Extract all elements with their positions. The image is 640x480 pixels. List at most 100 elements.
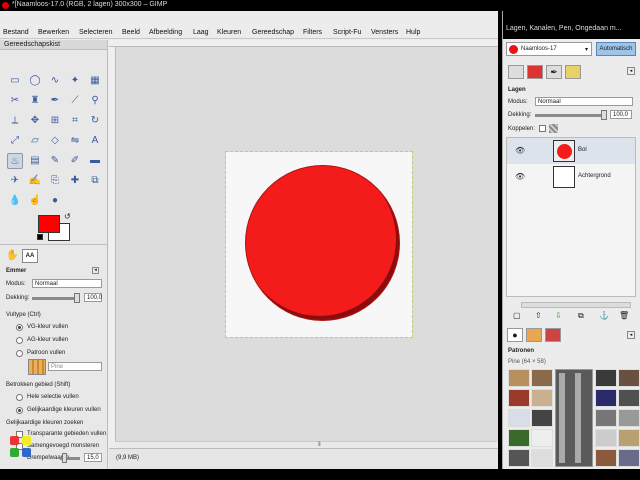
threshold-input[interactable]: 15,0 [84,453,102,462]
scissors-tool-icon[interactable]: ✂ [7,93,23,109]
dodge-burn-tool-icon[interactable]: ● [47,193,63,209]
raise-layer-icon[interactable]: ⇧ [535,311,542,320]
pattern-swatch[interactable] [595,449,617,467]
layer-opacity-slider[interactable] [535,114,607,117]
new-layer-icon[interactable]: ▢ [513,311,521,320]
opacity-input[interactable]: 100,0 [84,293,102,302]
dock-menu-icon[interactable]: ◂ [627,67,635,75]
mode-select[interactable]: Normaal [32,279,102,288]
pattern-swatch[interactable] [508,409,530,427]
patterns-menu-icon[interactable]: ◂ [627,331,635,339]
foreground-select-tool-icon[interactable]: ♜ [27,93,43,109]
heal-tool-icon[interactable]: ✚ [67,173,83,189]
visibility-eye-icon[interactable]: 👁 [515,172,525,181]
auto-button[interactable]: Automatisch [596,42,636,56]
tab-channels-icon[interactable] [527,65,543,79]
fill-fg-radio[interactable] [16,324,23,331]
menu-bewerken[interactable]: Bewerken [38,29,69,36]
levels-slider-right[interactable] [575,373,581,463]
pattern-swatch[interactable] [618,449,640,467]
lower-layer-icon[interactable]: ⇩ [555,311,562,320]
align-tool-icon[interactable]: ⊞ [47,113,63,129]
menu-beeld[interactable]: Beeld [122,29,140,36]
swap-colors-icon[interactable]: ↺ [64,212,71,221]
ellipse-select-tool-icon[interactable]: ◯ [27,73,43,89]
menu-laag[interactable]: Laag [193,29,209,36]
perspective-tool-icon[interactable]: ◇ [47,133,63,149]
rotate-tool-icon[interactable]: ↻ [87,113,103,129]
tab-patterns-icon[interactable] [526,328,542,342]
tab-brushes-icon[interactable]: ● [507,328,523,342]
measure-tool-icon[interactable]: ⟂ [7,113,23,129]
tool-options-tab-icon[interactable]: ✋ [6,250,18,261]
color-select-tool-icon[interactable]: ▦ [87,73,103,89]
flip-tool-icon[interactable]: ⇋ [67,133,83,149]
layer-row-bol[interactable]: 👁 Bol [507,138,635,164]
levels-slider-left[interactable] [559,373,565,463]
layer-list-scrollbar[interactable] [521,302,631,308]
move-tool-icon[interactable]: ✥ [27,113,43,129]
rect-select-tool-icon[interactable]: ▭ [7,73,23,89]
pattern-icon[interactable] [10,448,19,457]
fill-pattern-radio[interactable] [16,350,23,357]
pattern-swatch[interactable] [531,409,553,427]
anchor-layer-icon[interactable]: ⚓ [599,311,609,320]
pattern-swatch[interactable] [595,429,617,447]
tab-paths-icon[interactable]: ✒ [546,65,562,79]
paths-tool-icon[interactable]: ✒ [47,93,63,109]
menu-kleuren[interactable]: Kleuren [217,29,241,36]
tool-options-menu-icon[interactable]: ◂ [92,267,99,274]
paintbrush-tool-icon[interactable]: ✐ [67,153,83,169]
pattern-swatch[interactable] [508,369,530,387]
default-colors-icon[interactable] [37,234,43,240]
layer-opacity-input[interactable]: 100,0 [610,110,632,119]
menu-hulp[interactable]: Hulp [406,29,420,36]
menu-selecteren[interactable]: Selecteren [79,29,112,36]
smudge-tool-icon[interactable]: ☝ [27,193,43,209]
foreground-color-swatch[interactable] [38,215,60,233]
bucket-fill-tool-icon[interactable]: ♨ [7,153,23,169]
pattern-swatch[interactable] [618,389,640,407]
horizontal-scrollbar[interactable] [117,441,497,448]
color-picker-tool-icon[interactable]: ⟋ [67,93,83,109]
opacity-slider[interactable] [32,297,80,300]
pattern-swatch[interactable] [531,449,553,467]
pattern-preview[interactable] [28,359,46,375]
fill-bg-radio[interactable] [16,337,23,344]
free-select-tool-icon[interactable]: ∿ [47,73,63,89]
ink-tool-icon[interactable]: ✍ [27,173,43,189]
perspective-clone-tool-icon[interactable]: ⧉ [87,173,103,189]
threshold-slider-handle[interactable] [62,453,67,463]
gradient-icon[interactable] [22,448,31,457]
blur-tool-icon[interactable]: 💧 [7,193,23,209]
pattern-swatch[interactable] [618,429,640,447]
brush-icon[interactable] [22,436,31,445]
pencil-tool-icon[interactable]: ✎ [47,153,63,169]
pattern-swatch[interactable] [508,429,530,447]
pattern-name-field[interactable]: Pine [48,362,102,371]
delete-layer-icon[interactable]: 🗑 [619,311,629,320]
visibility-eye-icon[interactable]: 👁 [515,146,525,155]
eraser-tool-icon[interactable]: ▬ [87,153,103,169]
image-selector[interactable]: Naamloos-17 ▾ [506,42,592,56]
layer-row-achtergrond[interactable]: 👁 Achtergrond [507,164,635,190]
scale-tool-icon[interactable]: ⤢ [7,133,23,149]
pattern-swatch[interactable] [595,409,617,427]
pattern-swatch[interactable] [508,449,530,467]
layer-opacity-handle[interactable] [601,110,607,120]
pattern-swatch[interactable] [618,369,640,387]
fuzzy-select-tool-icon[interactable]: ✦ [67,73,83,89]
menu-bestand[interactable]: Bestand [3,29,29,36]
menu-afbeelding[interactable]: Afbeelding [149,29,182,36]
tab-gradients-icon[interactable] [545,328,561,342]
layer-mode-select[interactable]: Normaal [535,97,633,106]
text-tool-icon[interactable]: A [87,133,103,149]
menu-script-fu[interactable]: Script-Fu [333,29,361,36]
clone-tool-icon[interactable]: ⎘ [47,173,63,189]
blend-tool-icon[interactable]: ▤ [27,153,43,169]
zoom-tool-icon[interactable]: ⚲ [87,93,103,109]
pattern-swatch[interactable] [531,429,553,447]
lock-alpha-icon[interactable] [549,124,558,133]
lock-pixels-checkbox[interactable] [539,125,546,132]
device-status-tab-icon[interactable]: AA [22,249,38,263]
